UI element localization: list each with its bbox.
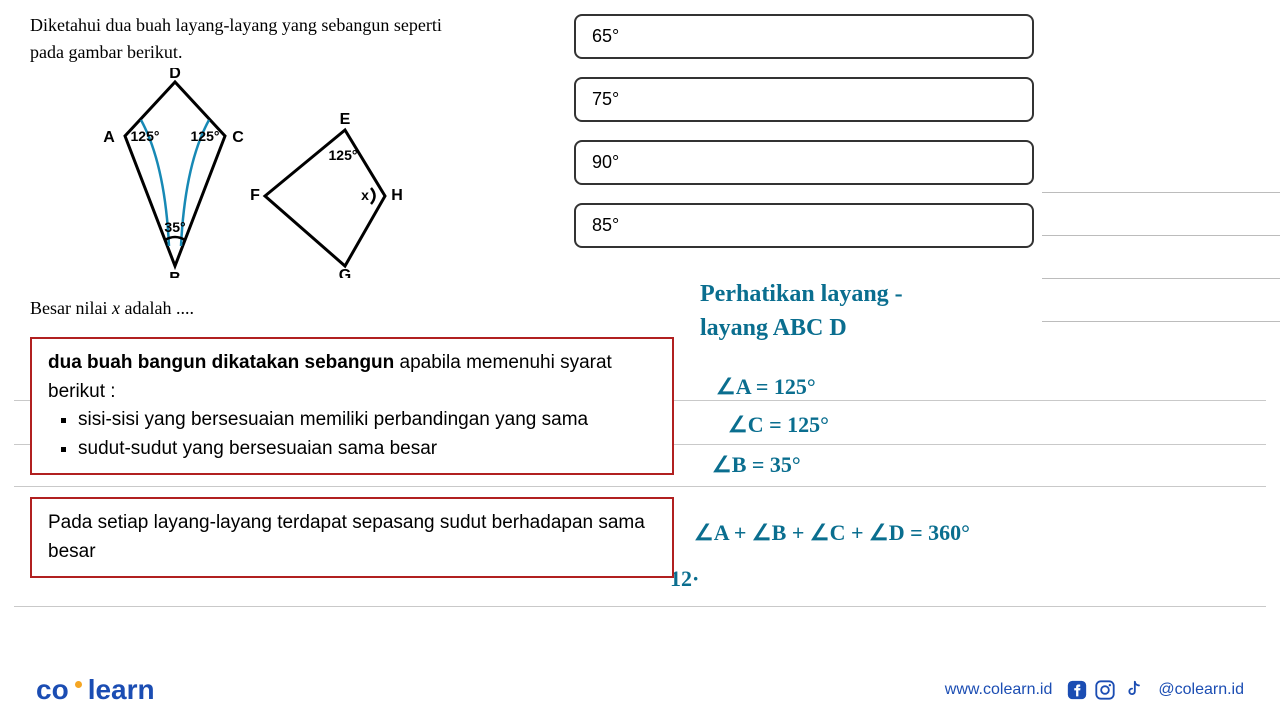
property-box-kite: Pada setiap layang-layang terdapat sepas… (30, 497, 674, 578)
footer-handle: @colearn.id (1158, 681, 1244, 699)
brand-co: co (36, 674, 69, 706)
facebook-icon (1066, 679, 1088, 701)
label-H: H (391, 187, 403, 204)
instagram-icon (1094, 679, 1116, 701)
label-G: G (339, 267, 351, 278)
label-F: F (250, 187, 260, 204)
label-B: B (169, 270, 181, 278)
definition-bullet-2: sudut-sudut yang bersesuaian sama besar (78, 435, 656, 464)
label-D: D (169, 68, 181, 82)
label-C: C (232, 129, 244, 146)
problem-statement: Diketahui dua buah layang-layang yang se… (30, 12, 590, 66)
definition-bold: dua buah bangun dikatakan sebangun (48, 352, 394, 373)
label-A: A (103, 129, 115, 146)
label-E: E (340, 111, 351, 128)
definition-box-sebangun: dua buah bangun dikatakan sebangun apabi… (30, 337, 674, 475)
handwriting-header: Perhatikan layang - layang ABC D (700, 278, 903, 345)
tiktok-icon (1122, 679, 1144, 701)
answer-option-4[interactable]: 85° (574, 203, 1034, 248)
problem-line1: Diketahui dua buah layang-layang yang se… (30, 15, 442, 35)
brand-logo: co learn (36, 674, 155, 706)
handwriting-angle-b: ∠B = 35° (712, 450, 801, 481)
brand-learn: learn (88, 674, 155, 706)
angle-B: 35° (164, 219, 185, 235)
definition-bullet-1: sisi-sisi yang bersesuaian memiliki perb… (78, 406, 656, 435)
property-text: Pada setiap layang-layang terdapat sepas… (48, 512, 645, 562)
answer-option-3[interactable]: 90° (574, 140, 1034, 185)
handwriting-angle-c: ∠C = 125° (728, 410, 829, 441)
handwriting-partial: 12· (670, 564, 699, 595)
hw-header-line1: Perhatikan layang - (700, 278, 903, 312)
answer-option-2[interactable]: 75° (574, 77, 1034, 122)
ruled-notebook-lines (1042, 150, 1280, 650)
handwriting-equation: ∠A + ∠B + ∠C + ∠D = 360° (694, 518, 970, 549)
footer-url: www.colearn.id (945, 681, 1053, 699)
answer-option-1[interactable]: 65° (574, 14, 1034, 59)
kite-diagrams: D A C B 125° 125° 35° E F G H 125° x (30, 68, 460, 278)
problem-line2: pada gambar berikut. (30, 42, 182, 62)
handwriting-angle-a: ∠A = 125° (716, 372, 816, 403)
angle-C: 125° (191, 128, 220, 144)
angle-E: 125° (329, 147, 358, 163)
hw-header-line2: layang ABC D (700, 312, 903, 346)
brand-dot-icon (75, 681, 82, 688)
angle-A: 125° (131, 128, 160, 144)
footer: co learn www.colearn.id @colearn.id (0, 660, 1280, 720)
angle-x: x (361, 187, 369, 203)
